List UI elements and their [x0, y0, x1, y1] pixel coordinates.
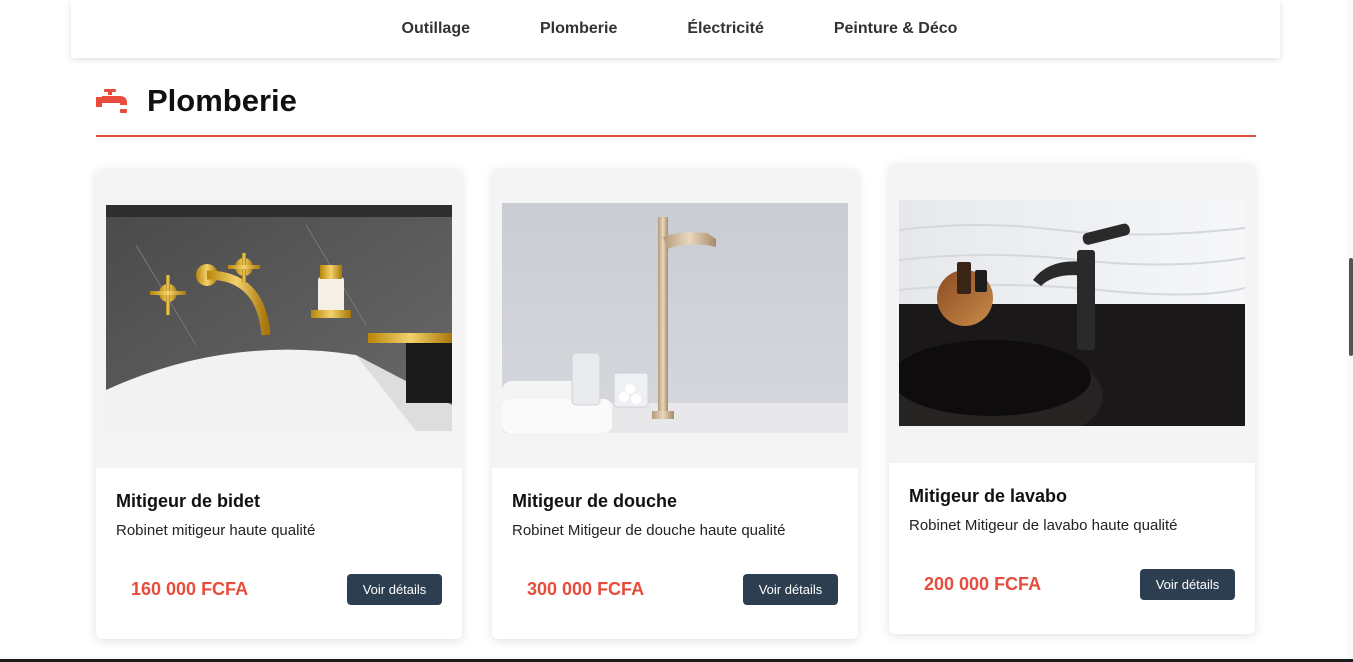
scrollbar-thumb[interactable] [1349, 258, 1353, 356]
product-name: Mitigeur de douche [512, 491, 678, 511]
product-name: Mitigeur de lavabo [909, 486, 1068, 506]
product-description: Robinet Mitigeur de douche haute qualité [512, 522, 786, 539]
product-image-area [492, 169, 858, 468]
section-header: Plomberie [96, 80, 297, 122]
product-price: 160 000 FCFA [131, 579, 249, 599]
scrollbar[interactable] [1347, 0, 1353, 662]
product-card: Mitigeur de bidet Robinet mitigeur haute… [96, 169, 462, 639]
product-image-area [96, 169, 462, 468]
product-card: Mitigeur de lavabo Robinet Mitigeur de l… [889, 164, 1255, 634]
product-image[interactable] [106, 205, 452, 431]
product-card: Mitigeur de douche Robinet Mitigeur de d… [492, 169, 858, 639]
faucet-icon [96, 89, 127, 113]
nav-item-outillage[interactable]: Outillage [402, 20, 470, 38]
product-image[interactable] [899, 200, 1245, 426]
product-name: Mitigeur de bidet [116, 491, 260, 511]
nav-item-peinture-deco[interactable]: Peinture & Déco [834, 20, 958, 38]
product-description: Robinet mitigeur haute qualité [116, 522, 316, 539]
product-info: Mitigeur de douche Robinet Mitigeur de d… [492, 468, 858, 639]
title-divider [96, 135, 1256, 137]
product-price: 200 000 FCFA [924, 574, 1042, 594]
top-navbar: Outillage Plomberie Électricité Peinture… [71, 0, 1280, 58]
product-price: 300 000 FCFA [527, 579, 645, 599]
view-details-button[interactable]: Voir détails [347, 574, 442, 605]
view-details-button[interactable]: Voir détails [743, 574, 838, 605]
product-info: Mitigeur de lavabo Robinet Mitigeur de l… [889, 463, 1255, 634]
view-details-button[interactable]: Voir détails [1140, 569, 1235, 600]
page-title: Plomberie [147, 83, 297, 118]
nav-item-plomberie[interactable]: Plomberie [540, 20, 617, 38]
product-description: Robinet Mitigeur de lavabo haute qualité [909, 517, 1178, 534]
product-image[interactable] [502, 203, 848, 433]
product-info: Mitigeur de bidet Robinet mitigeur haute… [96, 468, 462, 639]
nav-item-electricite[interactable]: Électricité [687, 20, 763, 38]
product-image-area [889, 164, 1255, 463]
